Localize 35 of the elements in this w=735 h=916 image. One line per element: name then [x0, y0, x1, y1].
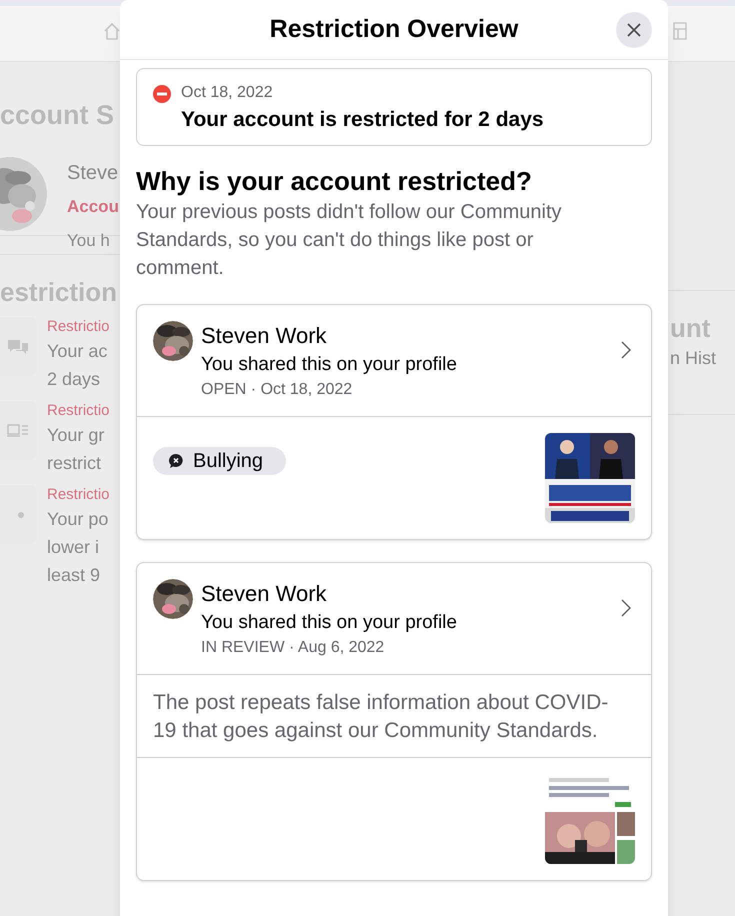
notice-message: Your account is restricted for 2 days	[181, 107, 544, 133]
restriction-text: 2 days	[47, 368, 102, 391]
tag-label: Bullying	[193, 449, 264, 474]
dot-icon	[18, 512, 24, 518]
restriction-label: Restrictio	[47, 401, 110, 421]
close-button[interactable]	[616, 12, 652, 48]
chat-bubbles-icon	[8, 338, 28, 356]
explanation-text: Your previous posts didn't follow our Community Standards, so you can't do things like post or comment.	[136, 200, 563, 281]
restriction-text: Your gr	[47, 424, 106, 447]
notice-date: Oct 18, 2022	[181, 83, 274, 103]
chevron-right-icon[interactable]	[621, 341, 631, 359]
close-icon	[627, 23, 641, 37]
share-text: You shared this on your profile	[201, 353, 458, 377]
card-icon	[6, 424, 28, 438]
post-meta: OPEN · Oct 18, 2022	[201, 380, 354, 400]
chevron-right-icon[interactable]	[621, 599, 631, 617]
reason-text: The post repeats false information about COVID-19 that goes against our Community Standards.	[137, 675, 651, 758]
dialog-title: Restriction Overview	[270, 14, 518, 45]
restriction-text: Your po	[47, 508, 110, 531]
status-note: You h	[67, 230, 111, 252]
post-meta: IN REVIEW · Aug 6, 2022	[201, 638, 386, 658]
restriction-text: least 9	[47, 564, 102, 587]
author-name[interactable]: Steven Work	[201, 321, 621, 351]
restriction-text: lower i	[47, 536, 100, 559]
speech-bubble-x-icon	[169, 454, 183, 468]
restriction-label: Restrictio	[47, 317, 110, 337]
restricted-icon	[153, 85, 171, 103]
profile-name: Steve	[67, 161, 119, 186]
section-heading: Why is your account restricted?	[136, 165, 533, 198]
author-name[interactable]: Steven Work	[201, 579, 621, 609]
restriction-label: Restrictio	[47, 485, 110, 505]
restriction-text: restrict	[47, 452, 102, 475]
share-text: You shared this on your profile	[201, 611, 458, 635]
account-status: Accou	[67, 196, 119, 218]
restriction-text: Your ac	[47, 340, 108, 363]
